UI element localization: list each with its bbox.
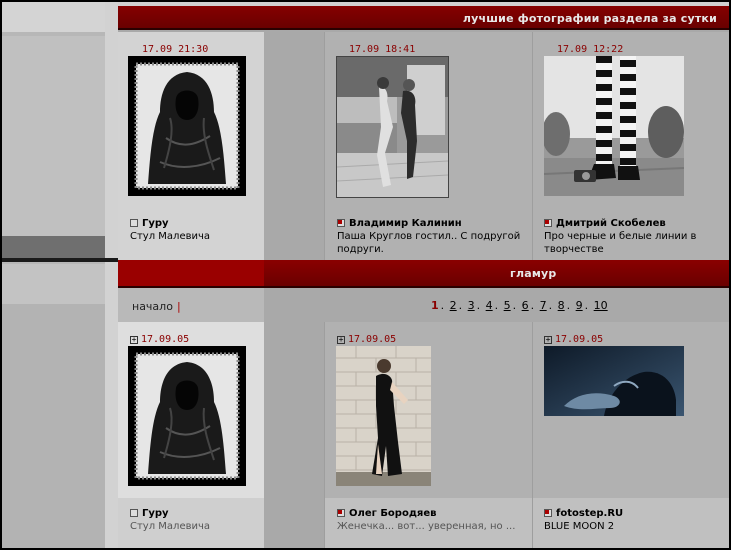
- glamour-header: гламур: [118, 260, 729, 288]
- best-photos-title: лучшие фотографии раздела за сутки: [462, 12, 717, 25]
- page-link[interactable]: 5: [504, 299, 511, 312]
- photo-description: Стул Малевича: [130, 231, 211, 242]
- sidebar-panel: [2, 36, 105, 236]
- author-name: Владимир Калинин: [349, 218, 462, 229]
- sidebar-panel-lower: [2, 264, 105, 304]
- glamour-header-left: [118, 260, 264, 286]
- expand-icon[interactable]: +: [130, 336, 138, 344]
- pager-bar: начало | 1. 2. 3. 4. 5. 6. 7. 8. 9. 10: [118, 288, 729, 322]
- photo-thumbnail[interactable]: [544, 56, 684, 196]
- page-separator: .: [458, 299, 463, 312]
- photo-description: Женечка... вот... уверенная, но ...: [337, 521, 516, 532]
- best-photos-row: 17.09 21:30 Гуру Стул Малевича 17.09 18:…: [118, 32, 729, 260]
- page-separator: .: [440, 299, 445, 312]
- photo-author[interactable]: Олег Бородяев: [337, 508, 436, 519]
- photo-author[interactable]: Гуру: [130, 508, 169, 519]
- author-status-icon: [544, 509, 552, 517]
- page-separator: .: [512, 299, 517, 312]
- sidebar-divider: [2, 258, 105, 262]
- author-status-icon: [337, 219, 345, 227]
- photo-thumbnail[interactable]: [128, 56, 246, 196]
- photo-date: 17.09 21:30: [142, 44, 209, 55]
- photo-description: Паша Круглов гостил.. С подругой подруги…: [337, 231, 521, 255]
- page-link[interactable]: 3: [468, 299, 475, 312]
- expand-icon[interactable]: +: [544, 336, 552, 344]
- page-separator: .: [548, 299, 553, 312]
- page-link[interactable]: 2: [450, 299, 457, 312]
- hooded-figure-image: [134, 62, 240, 190]
- page-link[interactable]: 8: [558, 299, 565, 312]
- photo-date: 17.09 18:41: [349, 44, 416, 55]
- author-name: Гуру: [142, 508, 169, 519]
- woman-black-dress-image: [336, 346, 431, 486]
- author-status-icon: [130, 509, 138, 517]
- best-photos-header: лучшие фотографии раздела за сутки: [118, 2, 729, 30]
- page-separator: .: [530, 299, 535, 312]
- kitchen-couple-image: [337, 57, 448, 197]
- page-link-current[interactable]: 1: [431, 299, 439, 312]
- photo-date: 17.09 12:22: [557, 44, 624, 55]
- page-link[interactable]: 7: [540, 299, 547, 312]
- author-name: Олег Бородяев: [349, 508, 437, 519]
- author-name: Дмитрий Скобелев: [556, 218, 666, 229]
- photo-thumbnail[interactable]: [544, 346, 684, 416]
- sidebar-top-strip: [2, 2, 105, 32]
- author-status-icon: [544, 219, 552, 227]
- page-link[interactable]: 9: [576, 299, 583, 312]
- page-separator: .: [494, 299, 499, 312]
- photo-thumbnail[interactable]: [336, 56, 449, 198]
- glamour-title: гламур: [510, 267, 557, 280]
- author-name: fotostep.RU: [556, 508, 624, 519]
- pager-start-link[interactable]: начало: [132, 300, 173, 313]
- page-link[interactable]: 6: [522, 299, 529, 312]
- page-separator: .: [476, 299, 481, 312]
- page-separator: .: [566, 299, 571, 312]
- gutter-divider: [105, 258, 118, 262]
- author-status-icon: [130, 219, 138, 227]
- photo-description: BLUE MOON 2: [544, 521, 615, 532]
- photo-thumbnail[interactable]: [336, 346, 431, 486]
- expand-icon[interactable]: +: [337, 336, 345, 344]
- glamour-photos-row: +17.09.05 Гуру Стул Малевича +17.09.05 О…: [118, 322, 729, 548]
- author-status-icon: [337, 509, 345, 517]
- photo-cell-spacer: [264, 322, 324, 548]
- left-sidebar: [2, 2, 105, 548]
- page-link[interactable]: 4: [486, 299, 493, 312]
- pager-separator: |: [176, 300, 181, 313]
- hooded-figure-image: [134, 352, 240, 480]
- author-name: Гуру: [142, 218, 169, 229]
- photo-author[interactable]: Гуру: [130, 218, 169, 229]
- photo-thumbnail[interactable]: [128, 346, 246, 486]
- page-link[interactable]: 10: [594, 299, 608, 312]
- photo-author[interactable]: Дмитрий Скобелев: [544, 218, 666, 229]
- sidebar-panel-bottom: [2, 304, 105, 548]
- blue-moon-image: [544, 346, 684, 416]
- photo-author[interactable]: Владимир Калинин: [337, 218, 462, 229]
- page-separator: .: [584, 299, 589, 312]
- photo-description: Про черные и белые линии в творчестве: [544, 231, 697, 255]
- photo-cell-spacer: [264, 32, 324, 260]
- sidebar-gutter: [105, 2, 118, 548]
- photo-author[interactable]: fotostep.RU: [544, 508, 623, 519]
- photo-description: Стул Малевича: [130, 521, 211, 532]
- page-frame: лучшие фотографии раздела за сутки 17.09…: [2, 2, 729, 548]
- header-top-line: [118, 2, 729, 6]
- sidebar-dark-bar: [2, 236, 105, 258]
- photo-date: +17.09.05: [337, 334, 397, 345]
- pager-start: начало |: [132, 300, 181, 313]
- page-links: 1. 2. 3. 4. 5. 6. 7. 8. 9. 10: [430, 299, 609, 312]
- striped-stockings-image: [544, 56, 684, 196]
- photo-date: +17.09.05: [544, 334, 604, 345]
- photo-date: +17.09.05: [130, 334, 190, 345]
